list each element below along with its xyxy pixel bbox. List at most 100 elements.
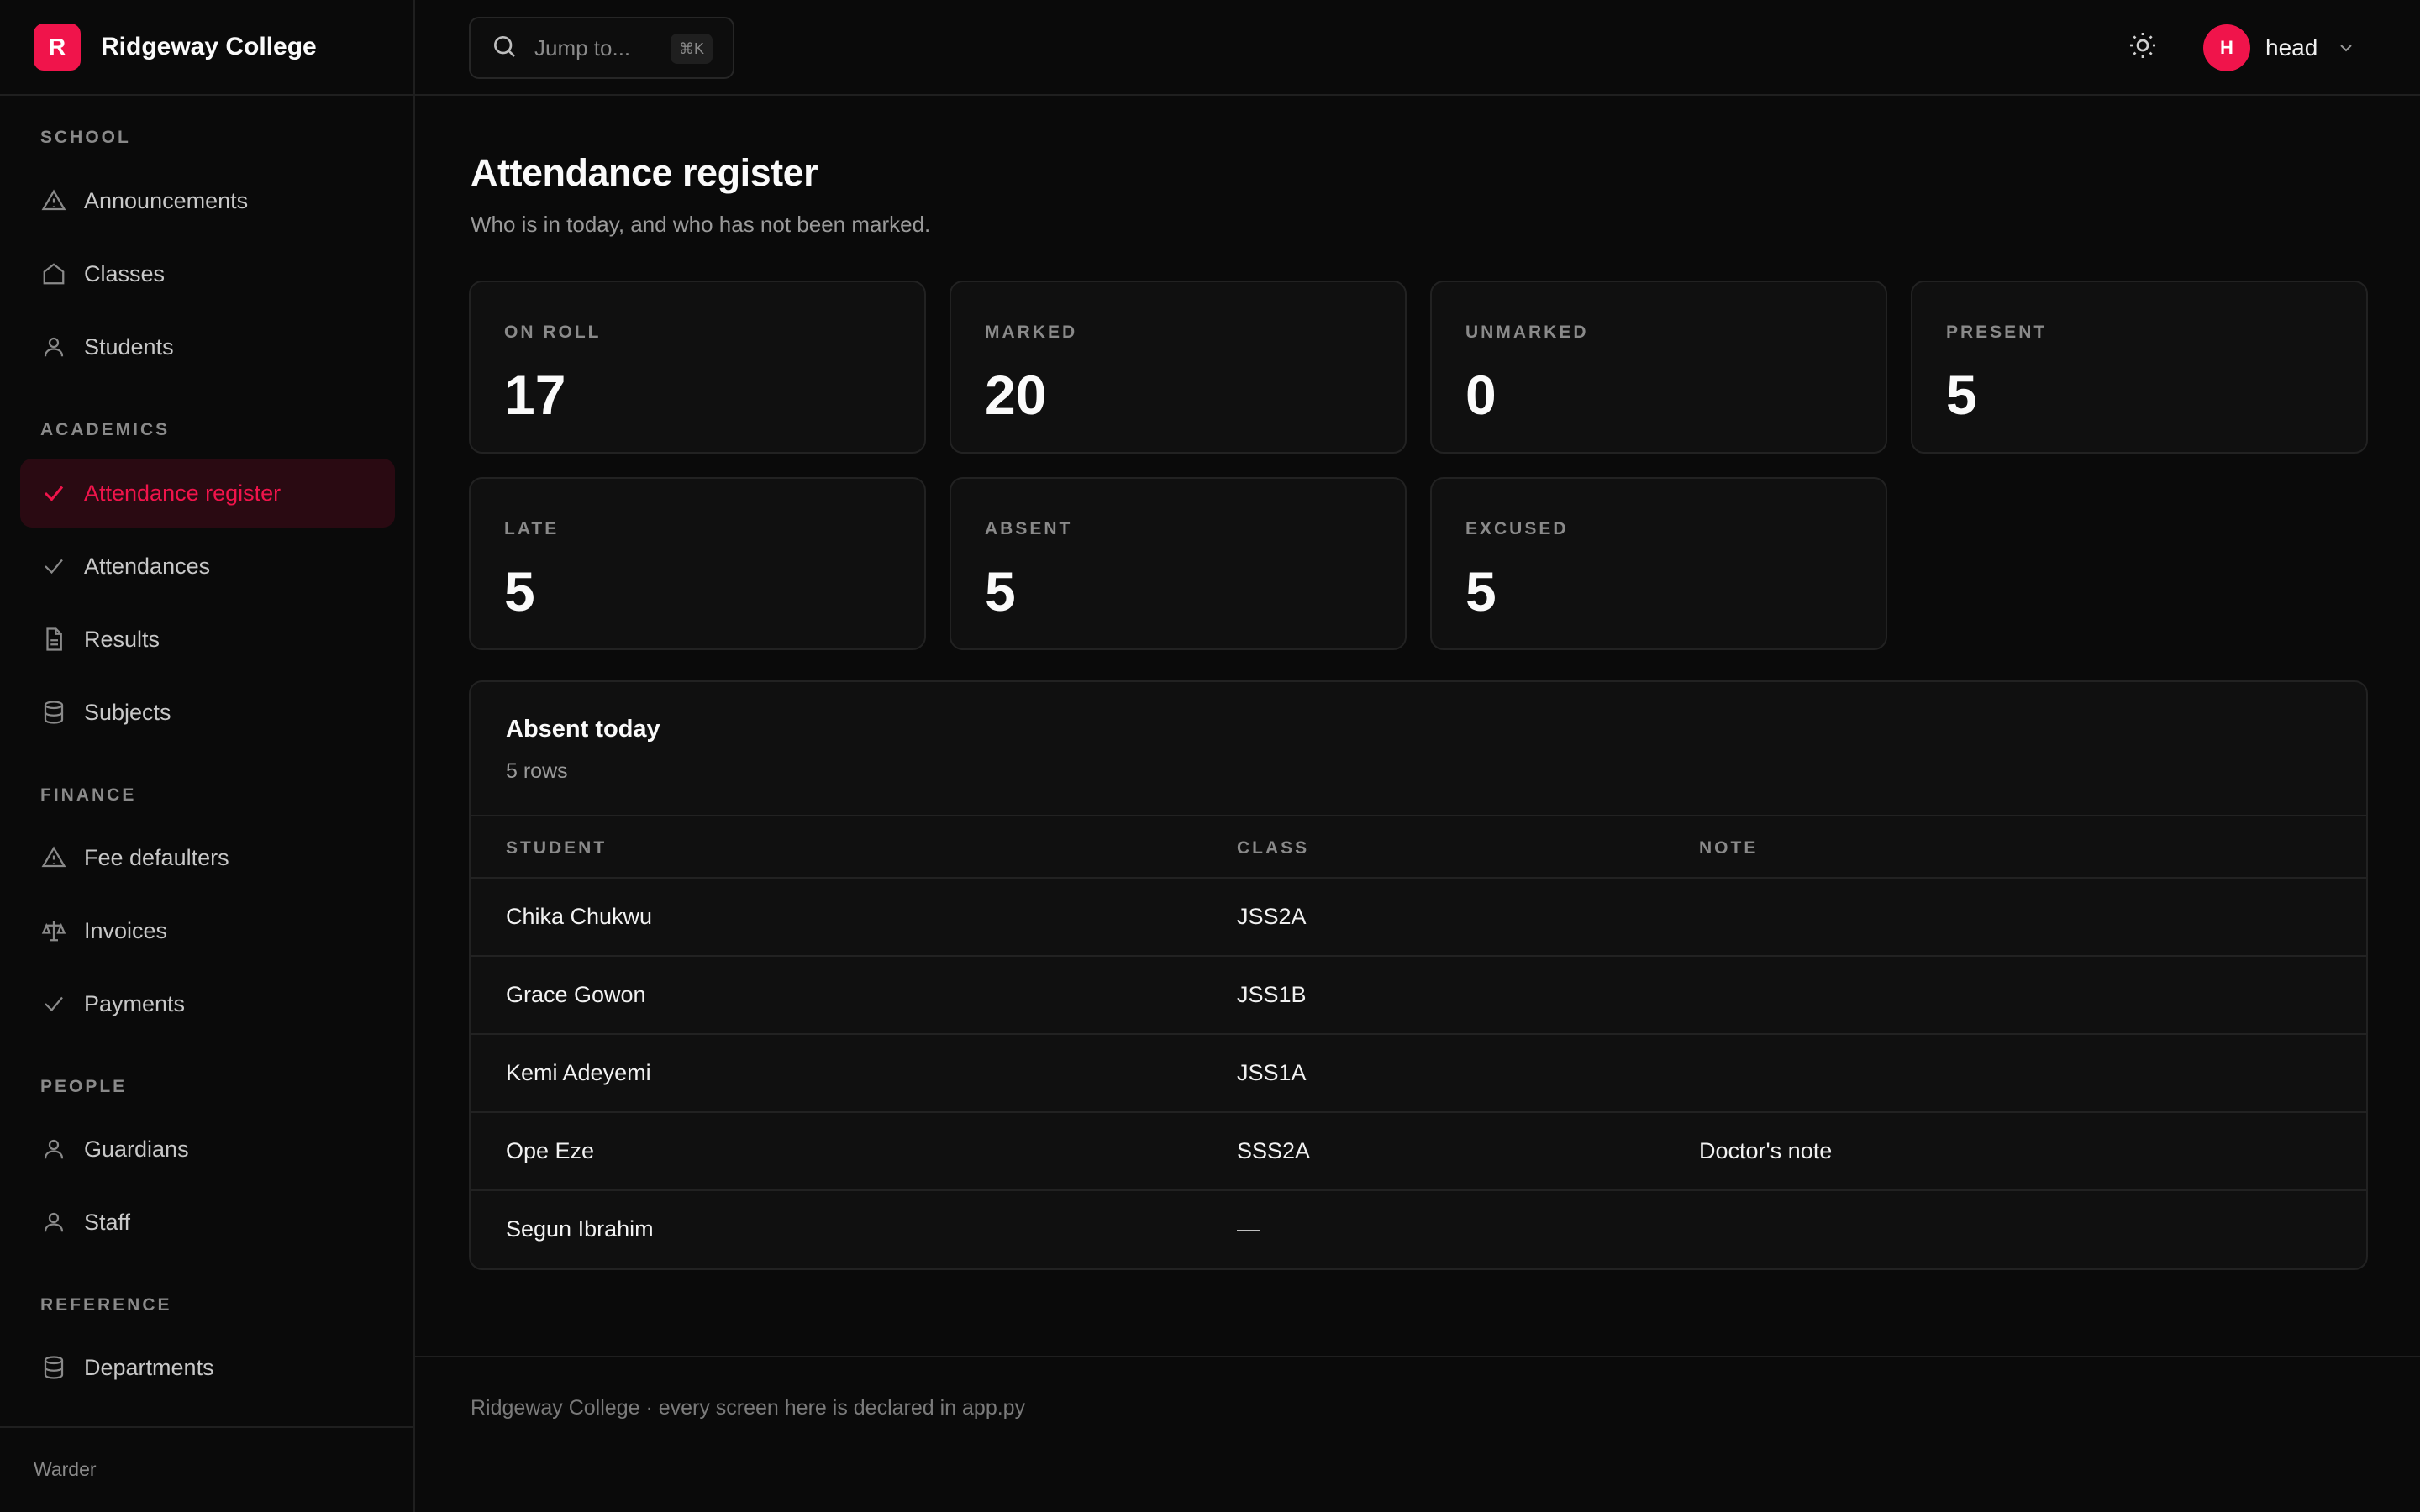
cell-note: Doctor's note <box>1699 1138 1833 1163</box>
nav-section-reference: REFERENCE <box>40 1295 172 1315</box>
check-icon <box>40 990 67 1017</box>
cell-class: JSS2A <box>1237 904 1307 929</box>
cell-student: Segun Ibrahim <box>506 1216 654 1242</box>
page-title: Attendance register <box>471 151 818 194</box>
sidebar-item-invoices[interactable]: Invoices <box>20 896 395 965</box>
sun-icon <box>2128 30 2158 65</box>
nav-section-academics: ACADEMICS <box>40 420 171 439</box>
stat-label: ON ROLL <box>504 323 602 342</box>
sidebar-item-staff[interactable]: Staff <box>20 1188 395 1257</box>
home-icon <box>40 260 67 287</box>
sidebar-item-label: Results <box>84 626 160 652</box>
sidebar-item-label: Fee defaulters <box>84 844 229 870</box>
sidebar-item-attendances[interactable]: Attendances <box>20 532 395 601</box>
sidebar-item-label: Subjects <box>84 699 171 725</box>
stat-value: 20 <box>985 364 1047 426</box>
nav-section-people: PEOPLE <box>40 1077 128 1096</box>
sidebar-item-fee-defaulters[interactable]: Fee defaulters <box>20 823 395 892</box>
stat-label: UNMARKED <box>1465 323 1589 342</box>
cell-class: SSS2A <box>1237 1138 1311 1163</box>
stat-label: PRESENT <box>1946 323 2048 342</box>
table-row[interactable]: Grace Gowon JSS1B <box>471 957 2366 1035</box>
cell-student: Ope Eze <box>506 1138 595 1163</box>
sidebar-item-payments[interactable]: Payments <box>20 969 395 1038</box>
sidebar-item-results[interactable]: Results <box>20 605 395 674</box>
scale-icon <box>40 917 67 944</box>
table-row[interactable]: Ope Eze SSS2A Doctor's note <box>471 1113 2366 1191</box>
chevron-down-icon <box>2336 38 2356 58</box>
stat-card-marked: MARKED 20 <box>950 281 1407 454</box>
cell-student: Kemi Adeyemi <box>506 1060 651 1085</box>
sidebar-item-guardians[interactable]: Guardians <box>20 1115 395 1184</box>
stat-card-late: LATE 5 <box>469 477 926 650</box>
column-header-class[interactable]: CLASS <box>1237 838 1309 858</box>
stat-card-present: PRESENT 5 <box>1911 281 2368 454</box>
stat-value: 5 <box>504 560 535 622</box>
stat-value: 5 <box>985 560 1016 622</box>
user-icon <box>40 333 67 360</box>
stat-label: LATE <box>504 519 560 538</box>
column-header-note[interactable]: NOTE <box>1699 838 1758 858</box>
sidebar-item-label: Invoices <box>84 917 168 943</box>
stat-card-absent: ABSENT 5 <box>950 477 1407 650</box>
sidebar-item-label: Departments <box>84 1354 214 1380</box>
user-icon <box>40 1209 67 1236</box>
cell-student: Grace Gowon <box>506 982 646 1007</box>
sidebar-item-announcements[interactable]: Announcements <box>20 166 395 235</box>
user-name: head <box>2265 34 2318 60</box>
search-input[interactable]: Jump to... ⌘K <box>469 17 734 79</box>
sidebar-item-subjects[interactable]: Subjects <box>20 678 395 747</box>
brand-name: Ridgeway College <box>101 33 317 60</box>
stat-value: 0 <box>1465 364 1497 426</box>
nav-section-school: SCHOOL <box>40 128 131 147</box>
sidebar-item-label: Announcements <box>84 187 249 213</box>
avatar: H <box>2203 24 2250 71</box>
sidebar-item-students[interactable]: Students <box>20 312 395 381</box>
check-icon <box>40 480 67 507</box>
user-menu[interactable]: H head <box>2203 24 2356 72</box>
stat-card-on-roll: ON ROLL 17 <box>469 281 926 454</box>
search-placeholder: Jump to... <box>534 34 631 60</box>
column-header-student[interactable]: STUDENT <box>506 838 607 858</box>
stat-value: 5 <box>1465 560 1497 622</box>
sidebar-item-classes[interactable]: Classes <box>20 239 395 308</box>
page-subtitle: Who is in today, and who has not been ma… <box>471 212 931 237</box>
footer-text: Ridgeway College · every screen here is … <box>471 1396 1026 1420</box>
stat-card-excused: EXCUSED 5 <box>1430 477 1887 650</box>
row-count: 5 rows <box>506 759 568 783</box>
sidebar-item-departments[interactable]: Departments <box>20 1333 395 1402</box>
cell-student: Chika Chukwu <box>506 904 653 929</box>
table-row[interactable]: Chika Chukwu JSS2A <box>471 879 2366 957</box>
sidebar-item-label: Classes <box>84 260 166 286</box>
nav-section-finance: FINANCE <box>40 785 137 805</box>
sidebar-item-label: Students <box>84 333 174 360</box>
table-row[interactable]: Segun Ibrahim — <box>471 1191 2366 1268</box>
sidebar: R Ridgeway College SCHOOL Announcements … <box>0 0 415 1512</box>
sidebar-item-label: Attendance register <box>84 480 281 506</box>
stat-label: ABSENT <box>985 519 1073 538</box>
stat-card-unmarked: UNMARKED 0 <box>1430 281 1887 454</box>
sidebar-item-label: Guardians <box>84 1136 189 1162</box>
topbar: Jump to... ⌘K H head <box>415 0 2420 96</box>
table-row[interactable]: Kemi Adeyemi JSS1A <box>471 1035 2366 1113</box>
search-icon <box>491 33 518 64</box>
brand[interactable]: R Ridgeway College <box>0 0 413 96</box>
card-title: Absent today <box>506 716 660 743</box>
cell-class: — <box>1237 1216 1260 1242</box>
alert-triangle-icon <box>40 844 67 871</box>
sidebar-item-label: Staff <box>84 1209 131 1235</box>
table-header: STUDENT CLASS NOTE <box>471 815 2366 879</box>
absent-today-card: Absent today 5 rows STUDENT CLASS NOTE C… <box>469 680 2368 1270</box>
sidebar-footer: Warder <box>0 1426 413 1512</box>
stat-label: MARKED <box>985 323 1078 342</box>
sidebar-item-attendance-register[interactable]: Attendance register <box>20 459 395 528</box>
user-icon <box>40 1136 67 1163</box>
sidebar-item-label: Payments <box>84 990 186 1016</box>
stat-value: 17 <box>504 364 566 426</box>
app-root: R Ridgeway College SCHOOL Announcements … <box>0 0 2420 1512</box>
alert-triangle-icon <box>40 187 67 214</box>
check-icon <box>40 553 67 580</box>
theme-toggle-button[interactable] <box>2126 30 2160 64</box>
stat-value: 5 <box>1946 364 1977 426</box>
cell-class: JSS1A <box>1237 1060 1307 1085</box>
